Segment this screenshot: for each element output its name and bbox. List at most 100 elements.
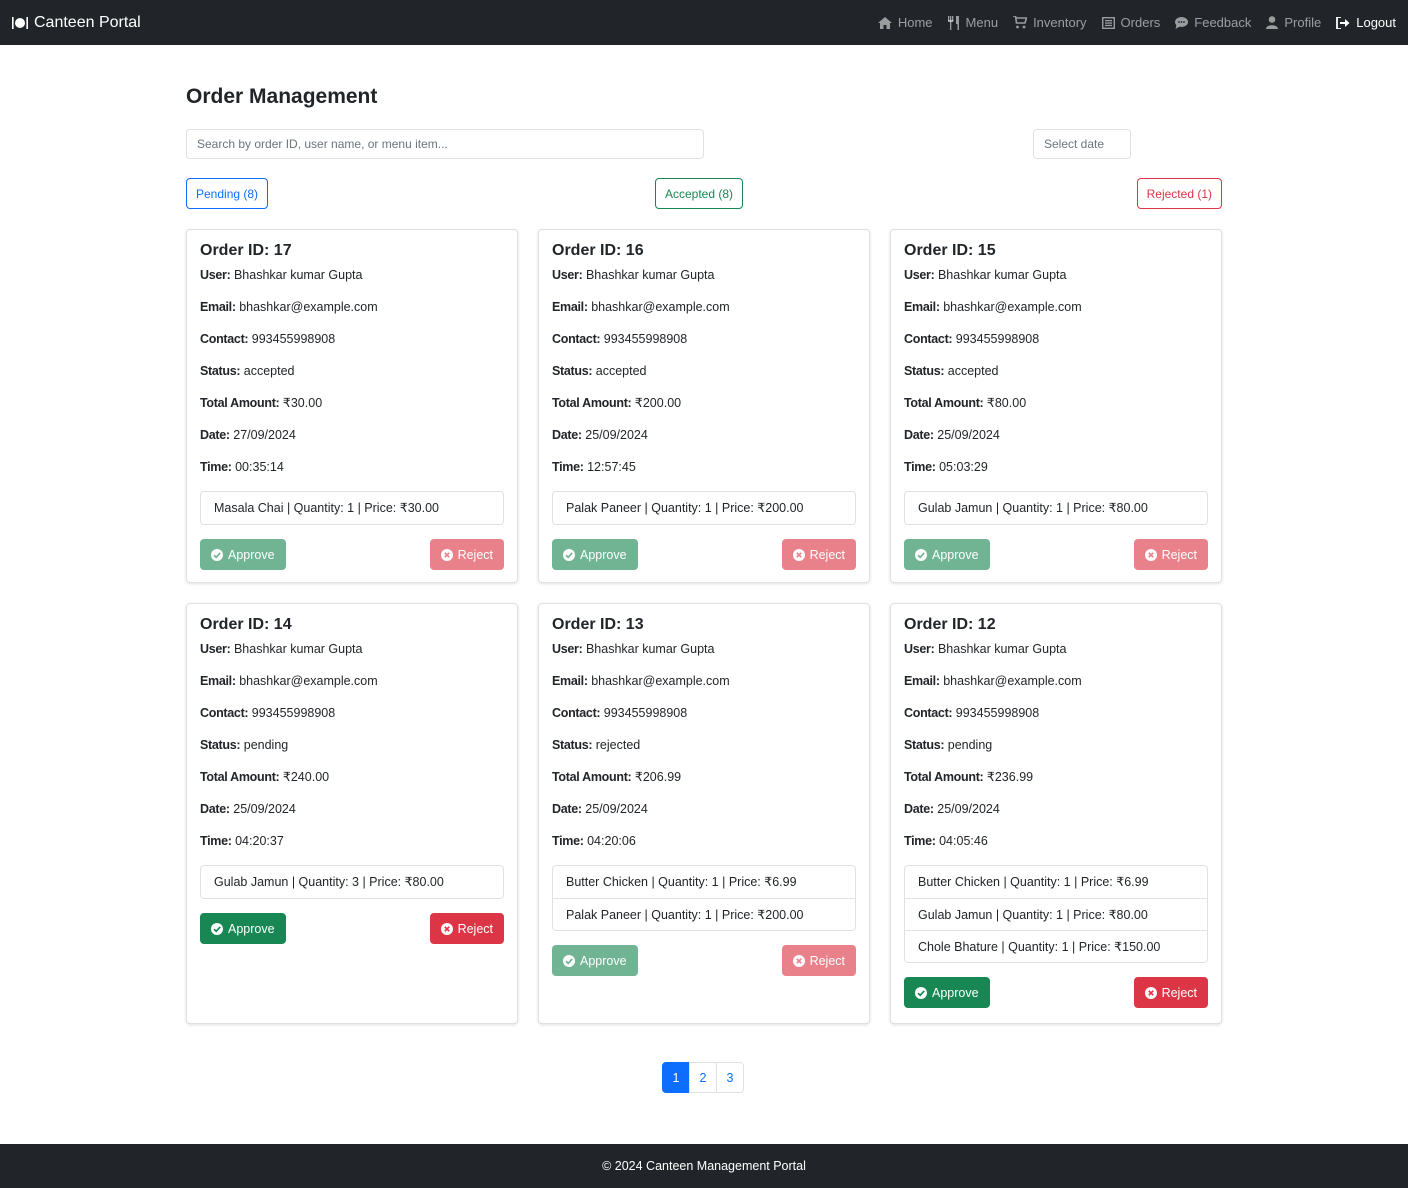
status-label: Status: [904, 364, 945, 378]
email-label: Email: [552, 300, 588, 314]
order-items-list: Masala Chai | Quantity: 1 | Price: ₹30.0… [200, 491, 504, 525]
reject-button[interactable]: Reject [781, 539, 856, 570]
user-field: User: Bhashkar kumar Gupta [904, 641, 1208, 657]
nav-orders[interactable]: Orders [1101, 15, 1160, 30]
approve-label: Approve [228, 921, 275, 936]
approve-button[interactable]: Approve [200, 539, 286, 570]
footer: © 2024 Canteen Management Portal [0, 1144, 1408, 1188]
contact-label: Contact: [552, 706, 601, 720]
contact-value: 993455998908 [955, 706, 1040, 720]
nav-links: Home Menu Inventory Orders Feedback Prof… [863, 15, 1396, 30]
nav-feedback[interactable]: Feedback [1175, 15, 1251, 30]
page-1-button[interactable]: 1 [662, 1062, 690, 1093]
nav-home[interactable]: Home [877, 15, 933, 30]
time-label: Time: [904, 834, 936, 848]
order-id: Order ID: 16 [552, 242, 644, 259]
home-icon [877, 16, 892, 29]
order-id: Order ID: 14 [200, 616, 292, 633]
reject-label: Reject [457, 547, 493, 562]
logout-icon [1336, 16, 1350, 29]
x-circle-icon [792, 548, 805, 561]
status-filter-row: Pending (8) Accepted (8) Rejected (1) [186, 178, 1222, 209]
list-item: Butter Chicken | Quantity: 1 | Price: ₹6… [918, 875, 1149, 889]
status-label: Status: [904, 738, 945, 752]
card-actions: Approve Reject [904, 539, 1208, 570]
date-field: Date: 25/09/2024 [200, 801, 504, 817]
order-items-list: Butter Chicken | Quantity: 1 | Price: ₹6… [552, 865, 856, 931]
pending-filter-button[interactable]: Pending (8) [186, 178, 269, 209]
search-input[interactable] [186, 129, 704, 159]
rejected-filter-button[interactable]: Rejected (1) [1136, 178, 1222, 209]
order-card: Order ID: 12 User: Bhashkar kumar Gupta … [890, 603, 1222, 1024]
email-label: Email: [552, 674, 588, 688]
time-label: Time: [200, 460, 232, 474]
time-field: Time: 12:57:45 [552, 459, 856, 475]
x-circle-icon [1144, 548, 1157, 561]
x-circle-icon [1144, 986, 1157, 999]
nav-inventory[interactable]: Inventory [1013, 15, 1087, 30]
list-item: Chole Bhature | Quantity: 1 | Price: ₹15… [905, 930, 1207, 962]
page-title: Order Management [186, 85, 378, 108]
status-field: Status: accepted [200, 363, 504, 379]
status-value: accepted [947, 364, 999, 378]
page-3-button[interactable]: 3 [716, 1062, 744, 1093]
status-value: accepted [595, 364, 647, 378]
approve-label: Approve [932, 547, 979, 562]
reject-button[interactable]: Reject [429, 913, 504, 944]
nav-profile[interactable]: Profile [1266, 15, 1321, 30]
total-value: ₹80.00 [986, 396, 1027, 410]
list-item: Butter Chicken | Quantity: 1 | Price: ₹6… [566, 875, 797, 889]
user-value: Bhashkar kumar Gupta [585, 642, 715, 656]
time-label: Time: [200, 834, 232, 848]
reject-button[interactable]: Reject [429, 539, 504, 570]
approve-button[interactable]: Approve [552, 945, 638, 976]
email-value: bhashkar@example.com [239, 300, 378, 314]
reject-button[interactable]: Reject [781, 945, 856, 976]
approve-button[interactable]: Approve [904, 539, 990, 570]
nav-feedback-label: Feedback [1194, 15, 1252, 30]
brand[interactable]: Canteen Portal [12, 14, 141, 32]
contact-label: Contact: [200, 332, 249, 346]
email-value: bhashkar@example.com [239, 674, 378, 688]
status-field: Status: accepted [904, 363, 1208, 379]
user-label: User: [552, 268, 583, 282]
page-2-button[interactable]: 2 [689, 1062, 717, 1093]
contact-label: Contact: [904, 706, 953, 720]
order-card: Order ID: 17 User: Bhashkar kumar Gupta … [186, 229, 518, 583]
accepted-filter-button[interactable]: Accepted (8) [655, 178, 744, 209]
status-value: accepted [243, 364, 295, 378]
reject-button[interactable]: Reject [1133, 539, 1208, 570]
approve-button[interactable]: Approve [904, 977, 990, 1008]
date-label: Date: [904, 428, 934, 442]
order-id: Order ID: 17 [200, 242, 292, 259]
total-label: Total Amount: [552, 396, 632, 410]
email-field: Email: bhashkar@example.com [200, 673, 504, 689]
order-items-list: Butter Chicken | Quantity: 1 | Price: ₹6… [904, 865, 1208, 963]
nav-menu[interactable]: Menu [947, 15, 998, 30]
email-field: Email: bhashkar@example.com [904, 299, 1208, 315]
order-id: Order ID: 13 [552, 616, 644, 633]
user-value: Bhashkar kumar Gupta [937, 268, 1067, 282]
time-label: Time: [552, 834, 584, 848]
email-label: Email: [904, 300, 940, 314]
total-field: Total Amount: ₹240.00 [200, 769, 504, 785]
user-value: Bhashkar kumar Gupta [233, 268, 363, 282]
total-field: Total Amount: ₹80.00 [904, 395, 1208, 411]
nav-home-label: Home [897, 15, 933, 30]
approve-button[interactable]: Approve [552, 539, 638, 570]
date-label: Date: [200, 428, 230, 442]
total-value: ₹30.00 [282, 396, 323, 410]
date-input[interactable] [1033, 129, 1131, 159]
top-navbar: Canteen Portal Home Menu Inventory Order… [0, 0, 1408, 45]
approve-label: Approve [580, 547, 627, 562]
reject-button[interactable]: Reject [1133, 977, 1208, 1008]
total-value: ₹206.99 [634, 770, 682, 784]
nav-logout[interactable]: Logout [1336, 15, 1396, 30]
approve-label: Approve [228, 547, 275, 562]
contact-field: Contact: 993455998908 [200, 331, 504, 347]
contact-value: 993455998908 [251, 706, 336, 720]
status-field: Status: rejected [552, 737, 856, 753]
email-value: bhashkar@example.com [591, 300, 730, 314]
contact-field: Contact: 993455998908 [552, 705, 856, 721]
approve-button[interactable]: Approve [200, 913, 286, 944]
